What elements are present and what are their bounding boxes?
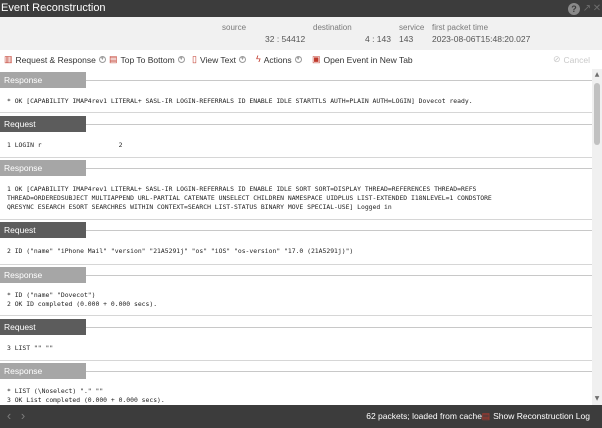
line: 2 OK ID completed (0.000 + 0.000 secs). bbox=[7, 300, 158, 308]
line: QRESYNC ESEARCH ESORT SEARCHRES WITHIN C… bbox=[7, 203, 392, 211]
actions-label: Actions bbox=[263, 54, 292, 65]
divider bbox=[86, 80, 592, 81]
line: 3 LIST "" "" bbox=[7, 344, 54, 352]
separator bbox=[0, 219, 592, 220]
response-body: 1 OK [CAPABILITY IMAP4rev1 LITERAL+ SASL… bbox=[7, 185, 492, 212]
order-icon: ▤ bbox=[109, 54, 118, 64]
line: 3 OK List completed (0.000 + 0.000 secs)… bbox=[7, 396, 165, 404]
close-icon[interactable]: ✕ bbox=[592, 0, 602, 17]
first-packet-label: first packet time bbox=[432, 23, 489, 32]
divider bbox=[86, 275, 592, 276]
response-header: Response bbox=[0, 267, 86, 283]
service-value: 143 bbox=[399, 34, 414, 44]
show-reconstruction-log-button[interactable]: ▤ Show Reconstruction Log bbox=[482, 405, 590, 428]
connection-meta: source 32 : 54412 destination 4 : 143 se… bbox=[0, 17, 602, 50]
separator bbox=[0, 157, 592, 158]
response-body: * OK [CAPABILITY IMAP4rev1 LITERAL+ SASL… bbox=[7, 97, 473, 106]
request-header: Request bbox=[0, 222, 86, 238]
open-tab-icon: ▣ bbox=[312, 54, 321, 64]
scroll-up-icon[interactable]: ▲ bbox=[592, 71, 602, 79]
source-label: source bbox=[222, 23, 247, 32]
chevron-down-icon: ▼ bbox=[294, 56, 302, 63]
scrollbar-thumb[interactable] bbox=[594, 83, 600, 145]
response-header: Response bbox=[0, 160, 86, 176]
response-body: * LIST (\Noselect) "." "" 3 OK List comp… bbox=[7, 387, 165, 405]
separator bbox=[0, 264, 592, 265]
split-view-icon: ▥ bbox=[4, 54, 13, 64]
title-bar: Event Reconstruction ? ↗ ✕ bbox=[0, 0, 602, 17]
cancel-label: Cancel bbox=[563, 54, 591, 65]
response-header: Response bbox=[0, 363, 86, 379]
request-header: Request bbox=[0, 319, 86, 335]
line: 2 ID ("name" "iPhone Mail" "version" "21… bbox=[7, 247, 354, 255]
help-icon[interactable]: ? bbox=[568, 2, 580, 15]
destination-value: 4 : 143 bbox=[365, 34, 391, 44]
separator bbox=[0, 112, 592, 113]
divider bbox=[86, 371, 592, 372]
cancel-button[interactable]: ⊘ Cancel bbox=[553, 50, 590, 69]
line: THREAD=ORDEREDSUBJECT MULTIAPPEND URL-PA… bbox=[7, 194, 492, 202]
first-packet-value: 2023-08-06T15:48:20.027 bbox=[432, 34, 531, 44]
scroll-down-icon[interactable]: ▼ bbox=[592, 395, 602, 403]
request-response-label: Request & Response bbox=[15, 54, 96, 65]
divider bbox=[86, 327, 592, 328]
line: * ID ("name" "Dovecot") bbox=[7, 291, 96, 299]
open-event-button[interactable]: ▣ Open Event in New Tab bbox=[312, 50, 413, 69]
top-to-bottom-label: Top To Bottom bbox=[120, 54, 175, 65]
vertical-scrollbar[interactable]: ▲ ▼ bbox=[592, 69, 602, 405]
separator bbox=[0, 360, 592, 361]
request-response-button[interactable]: ▥ Request & Response ▼ bbox=[4, 50, 106, 69]
line: 1 OK [CAPABILITY IMAP4rev1 LITERAL+ SASL… bbox=[7, 185, 477, 193]
source-value: 32 : 54412 bbox=[265, 34, 306, 44]
divider bbox=[86, 168, 592, 169]
open-event-label: Open Event in New Tab bbox=[323, 54, 413, 65]
service-label: service bbox=[399, 23, 425, 32]
line: * OK [CAPABILITY IMAP4rev1 LITERAL+ SASL… bbox=[7, 97, 473, 105]
log-icon: ▤ bbox=[481, 411, 491, 421]
view-text-button[interactable]: ▯ View Text ▼ bbox=[192, 50, 247, 69]
request-body: 1 LOGIN r 2 bbox=[7, 141, 122, 150]
request-body: 3 LIST "" "" bbox=[7, 344, 53, 353]
divider bbox=[86, 230, 592, 231]
view-text-label: View Text bbox=[199, 54, 237, 65]
popout-icon[interactable]: ↗ bbox=[582, 0, 592, 17]
cancel-icon: ⊘ bbox=[553, 54, 561, 64]
destination-label: destination bbox=[313, 23, 352, 32]
separator bbox=[0, 315, 592, 316]
request-body: 2 ID ("name" "iPhone Mail" "version" "21… bbox=[7, 247, 353, 256]
lightning-icon: ϟ bbox=[256, 54, 261, 64]
line: 1 LOGIN r 2 bbox=[7, 141, 123, 149]
divider bbox=[86, 124, 592, 125]
prev-event-icon[interactable]: ‹ bbox=[3, 408, 15, 424]
toolbar: ▥ Request & Response ▼ ▤ Top To Bottom ▼… bbox=[0, 50, 602, 69]
chevron-down-icon: ▼ bbox=[98, 56, 106, 63]
chevron-down-icon: ▼ bbox=[177, 56, 185, 63]
show-log-label: Show Reconstruction Log bbox=[493, 411, 590, 421]
top-to-bottom-button[interactable]: ▤ Top To Bottom ▼ bbox=[109, 50, 185, 69]
response-body: * ID ("name" "Dovecot") 2 OK ID complete… bbox=[7, 291, 157, 309]
request-header: Request bbox=[0, 116, 86, 132]
actions-button[interactable]: ϟ Actions ▼ bbox=[256, 50, 302, 69]
response-header: Response bbox=[0, 72, 86, 88]
reconstruction-content[interactable]: Response * OK [CAPABILITY IMAP4rev1 LITE… bbox=[0, 69, 592, 405]
window-title: Event Reconstruction bbox=[1, 2, 106, 14]
next-event-icon[interactable]: › bbox=[17, 408, 29, 424]
event-reconstruction-window: Event Reconstruction ? ↗ ✕ source 32 : 5… bbox=[0, 0, 602, 428]
title-icons: ? ↗ ✕ bbox=[568, 0, 602, 17]
document-icon: ▯ bbox=[192, 54, 197, 64]
status-footer: ‹ › 62 packets; loaded from cache ▤ Show… bbox=[0, 405, 602, 428]
packet-status: 62 packets; loaded from cache bbox=[366, 411, 482, 421]
chevron-down-icon: ▼ bbox=[239, 56, 247, 63]
line: * LIST (\Noselect) "." "" bbox=[7, 387, 104, 395]
